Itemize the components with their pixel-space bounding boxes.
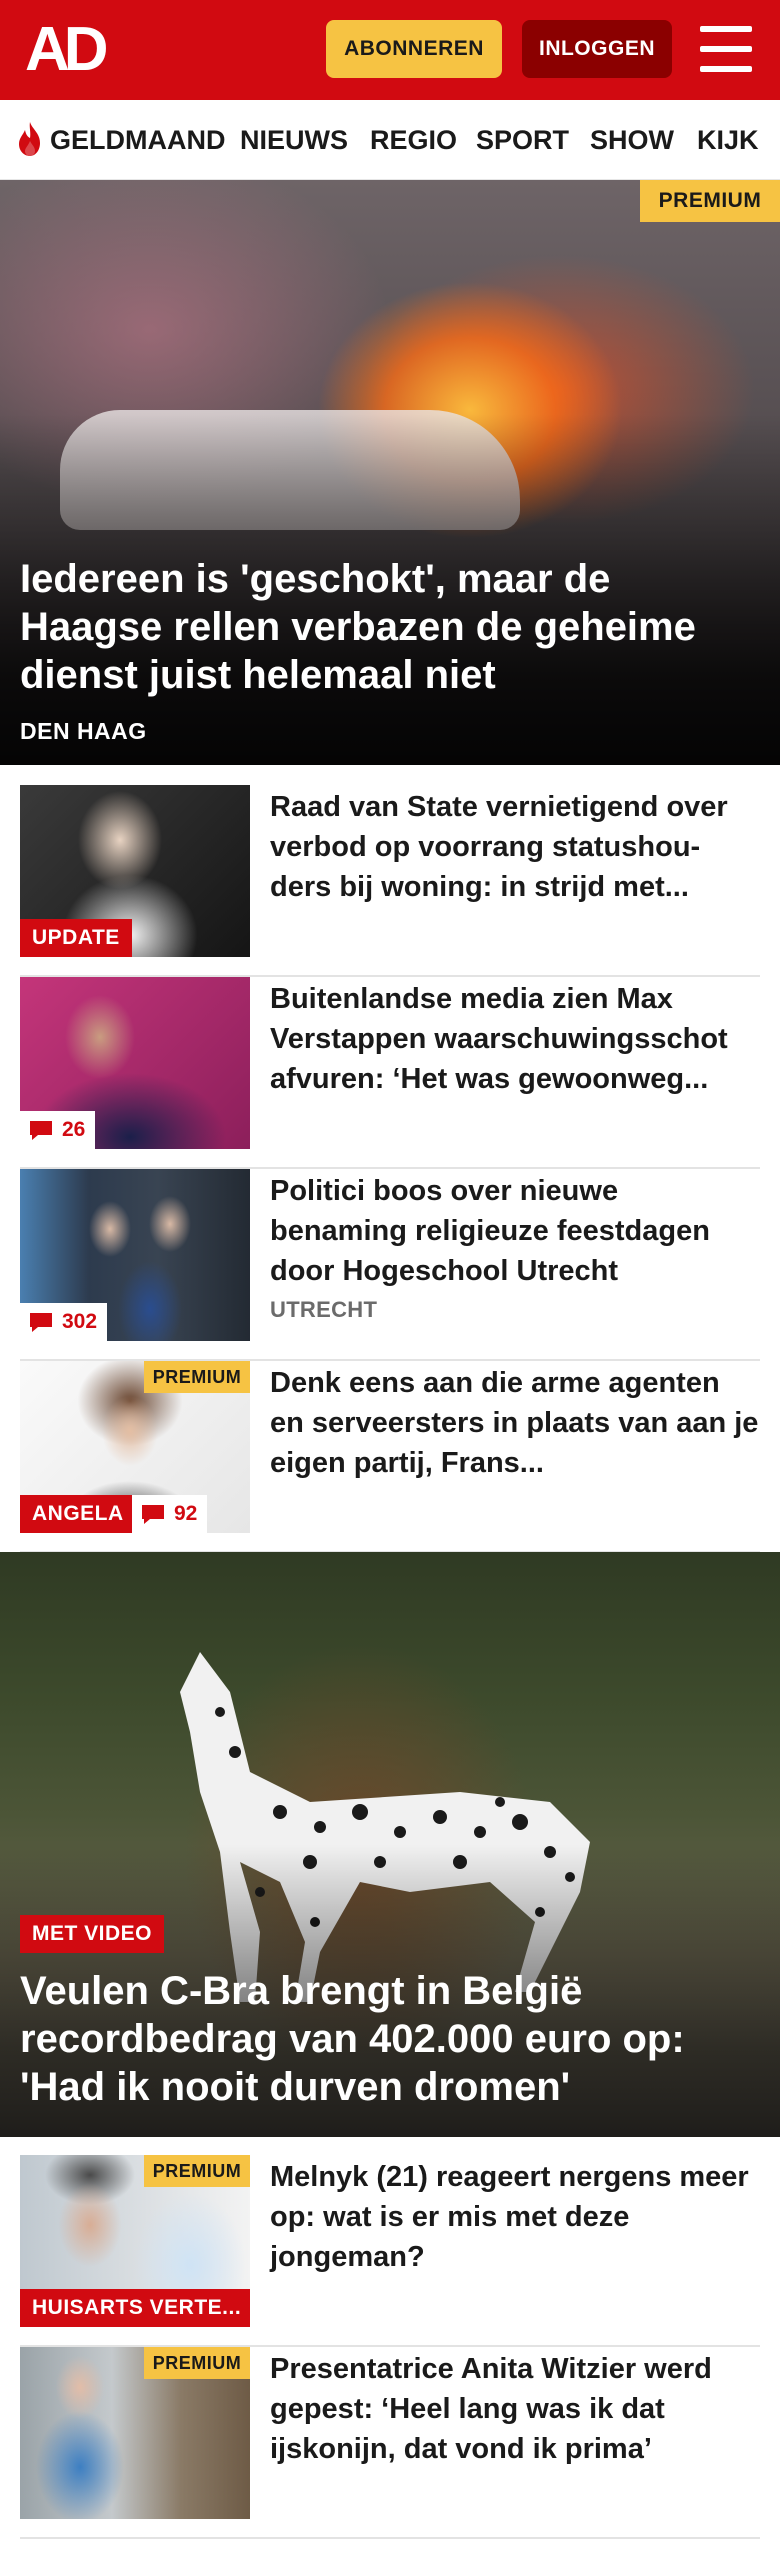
top-header: AD ABONNEREN INLOGGEN xyxy=(0,0,780,100)
article-title[interactable]: Presentatrice Anita Witzier werd gepest:… xyxy=(270,2349,760,2469)
hero-title[interactable]: Iedereen is 'geschokt', maar de Haagse r… xyxy=(20,555,760,699)
premium-badge: PREMIUM xyxy=(144,2155,250,2187)
comment-icon xyxy=(30,1313,52,1332)
nav-item-regio[interactable]: REGIO xyxy=(370,122,457,158)
nav-item-show[interactable]: SHOW xyxy=(590,122,674,158)
list-item[interactable]: 26 Buitenlandse media zien Max Verstappe… xyxy=(20,977,760,1169)
list-item[interactable]: UPDATE Raad van State vernietigend over … xyxy=(20,785,760,977)
login-button[interactable]: INLOGGEN xyxy=(522,20,672,78)
comment-icon xyxy=(30,1121,52,1140)
hero-article[interactable]: PREMIUM Iedereen is 'geschokt', maar de … xyxy=(0,180,780,765)
update-label: UPDATE xyxy=(20,919,132,957)
comment-count-badge[interactable]: 92 xyxy=(132,1495,208,1533)
premium-badge: PREMIUM xyxy=(144,1361,250,1393)
list-item[interactable]: PREMIUM ANGELA 92 Denk eens aan die arme… xyxy=(20,1361,760,1553)
article-title[interactable]: Buitenlandse media zien Max Verstappen w… xyxy=(270,979,760,1099)
list-item[interactable]: PREMIUM Presentatrice Anita Witzier werd… xyxy=(20,2347,760,2539)
hamburger-menu-icon[interactable] xyxy=(700,26,752,72)
column-label: HUISARTS VERTE... xyxy=(20,2289,250,2327)
article-title[interactable]: Raad van State vernietigend over verbod … xyxy=(270,787,760,907)
article-thumbnail: UPDATE xyxy=(20,785,250,957)
nav-item-nieuws[interactable]: NIEUWS xyxy=(240,122,348,158)
article-title[interactable]: Denk eens aan die arme agenten en servee… xyxy=(270,1363,760,1483)
list-item[interactable]: 302 Politici boos over nieuwe benaming r… xyxy=(20,1169,760,1361)
flame-icon xyxy=(19,122,40,156)
hero-location: DEN HAAG xyxy=(20,718,147,744)
feature-title[interactable]: Veulen C-Bra brengt in België recordbedr… xyxy=(20,1967,760,2111)
nav-item-sport[interactable]: SPORT xyxy=(476,122,569,158)
article-thumbnail: 26 xyxy=(20,977,250,1149)
comment-count-badge[interactable]: 302 xyxy=(20,1303,108,1341)
premium-badge: PREMIUM xyxy=(640,180,780,222)
premium-badge: PREMIUM xyxy=(144,2347,250,2379)
nav-item-kijk[interactable]: KIJK xyxy=(697,122,759,158)
article-thumbnail: PREMIUM HUISARTS VERTE... xyxy=(20,2155,250,2327)
article-thumbnail: 302 xyxy=(20,1169,250,1341)
comment-count: 26 xyxy=(62,1118,86,1141)
article-thumbnail: PREMIUM ANGELA 92 xyxy=(20,1361,250,1533)
video-feature-article[interactable]: MET VIDEO Veulen C-Bra brengt in België … xyxy=(0,1552,780,2137)
ad-logo[interactable]: AD xyxy=(25,19,117,81)
article-location: UTRECHT xyxy=(270,1297,378,1322)
comment-icon xyxy=(142,1505,164,1524)
nav-item-geldmaand[interactable]: GELDMAAND xyxy=(50,122,226,158)
section-nav: GELDMAAND NIEUWS REGIO SPORT SHOW KIJK xyxy=(0,100,780,180)
author-label: ANGELA xyxy=(20,1495,136,1533)
list-item[interactable]: PREMIUM HUISARTS VERTE... Melnyk (21) re… xyxy=(20,2155,760,2347)
article-title[interactable]: Politici boos over nieuwe benaming relig… xyxy=(270,1171,760,1291)
comment-count: 302 xyxy=(62,1310,98,1333)
comment-count: 92 xyxy=(174,1502,198,1525)
subscribe-button[interactable]: ABONNEREN xyxy=(326,20,502,78)
article-title[interactable]: Melnyk (21) reageert nergens meer op: wa… xyxy=(270,2157,760,2277)
video-label: MET VIDEO xyxy=(20,1915,165,1953)
article-thumbnail: PREMIUM xyxy=(20,2347,250,2519)
comment-count-badge[interactable]: 26 xyxy=(20,1111,96,1149)
